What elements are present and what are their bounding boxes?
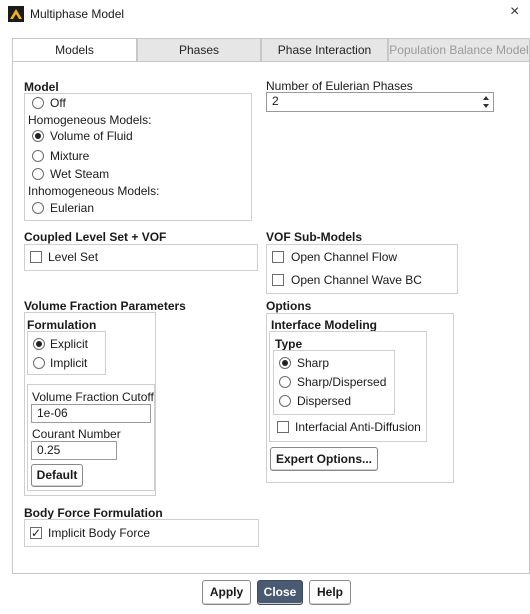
dispersed-label: Dispersed xyxy=(297,394,352,408)
open-channel-flow-label: Open Channel Flow xyxy=(291,250,398,264)
open-channel-wave-label: Open Channel Wave BC xyxy=(291,273,422,287)
help-button[interactable]: Help xyxy=(309,580,351,605)
model-vof-radio[interactable] xyxy=(32,130,44,142)
model-wet-steam-label: Wet Steam xyxy=(50,167,110,181)
courant-label: Courant Number xyxy=(32,427,121,441)
model-off-radio[interactable] xyxy=(32,97,44,109)
tab-phases[interactable]: Phases xyxy=(137,38,261,62)
courant-input[interactable]: 0.25 xyxy=(31,441,117,460)
implicit-radio[interactable] xyxy=(33,357,45,369)
tab-phase-interaction[interactable]: Phase Interaction xyxy=(261,38,388,62)
explicit-radio[interactable] xyxy=(33,338,45,350)
model-eulerian-radio[interactable] xyxy=(32,202,44,214)
ansys-fluent-icon xyxy=(8,6,24,22)
model-heading: Model xyxy=(24,80,59,94)
open-channel-flow-checkbox[interactable] xyxy=(272,251,284,263)
sharp-dispersed-label: Sharp/Dispersed xyxy=(297,375,387,389)
tab-population-balance-model: Population Balance Model xyxy=(388,38,530,62)
anti-diffusion-label: Interfacial Anti-Diffusion xyxy=(295,420,421,434)
close-window-icon[interactable]: × xyxy=(510,3,519,21)
sharp-label: Sharp xyxy=(297,356,330,370)
window-title: Multiphase Model xyxy=(30,7,125,21)
level-set-checkbox[interactable] xyxy=(30,251,42,263)
homogeneous-models-heading: Homogeneous Models: xyxy=(28,113,152,127)
default-button[interactable]: Default xyxy=(31,464,83,487)
vof-submodels-heading: VOF Sub-Models xyxy=(266,230,362,244)
model-vof-label: Volume of Fluid xyxy=(50,129,133,143)
implicit-body-force-checkbox[interactable]: ✓ xyxy=(30,527,42,539)
implicit-body-force-label: Implicit Body Force xyxy=(48,526,151,540)
spin-down-icon[interactable] xyxy=(483,104,489,108)
eulerian-phases-spinner[interactable]: 2 xyxy=(266,92,494,112)
anti-diffusion-checkbox[interactable] xyxy=(277,421,289,433)
cutoff-label: Volume Fraction Cutoff xyxy=(32,390,154,404)
dispersed-radio[interactable] xyxy=(279,395,291,407)
interface-modeling-heading: Interface Modeling xyxy=(271,318,378,332)
eulerian-phases-label: Number of Eulerian Phases xyxy=(266,79,413,93)
cutoff-input[interactable]: 1e-06 xyxy=(31,404,151,423)
explicit-label: Explicit xyxy=(50,337,89,351)
inhomogeneous-models-heading: Inhomogeneous Models: xyxy=(28,184,160,198)
formulation-heading: Formulation xyxy=(27,318,97,332)
sharp-radio[interactable] xyxy=(279,357,291,369)
title-bar: Multiphase Model × xyxy=(0,0,530,28)
body-force-heading: Body Force Formulation xyxy=(24,506,163,520)
model-mixture-radio[interactable] xyxy=(32,150,44,162)
model-eulerian-label: Eulerian xyxy=(50,201,95,215)
sharp-dispersed-radio[interactable] xyxy=(279,376,291,388)
expert-options-button[interactable]: Expert Options... xyxy=(270,447,378,471)
coupled-level-set-heading: Coupled Level Set + VOF xyxy=(24,230,167,244)
open-channel-wave-checkbox[interactable] xyxy=(272,274,284,286)
spin-up-icon[interactable] xyxy=(483,96,489,100)
tab-models[interactable]: Models xyxy=(12,38,137,62)
close-button[interactable]: Close xyxy=(257,580,303,605)
level-set-label: Level Set xyxy=(48,250,99,264)
model-wet-steam-radio[interactable] xyxy=(32,168,44,180)
model-mixture-label: Mixture xyxy=(50,149,90,163)
model-off-label: Off xyxy=(50,96,66,110)
eulerian-phases-value: 2 xyxy=(272,94,279,108)
tab-bar: Models Phases Phase Interaction Populati… xyxy=(12,38,530,62)
volume-fraction-heading: Volume Fraction Parameters xyxy=(24,299,186,313)
apply-button[interactable]: Apply xyxy=(202,580,251,605)
type-heading: Type xyxy=(275,337,303,351)
implicit-label: Implicit xyxy=(50,356,88,370)
options-heading: Options xyxy=(266,299,312,313)
